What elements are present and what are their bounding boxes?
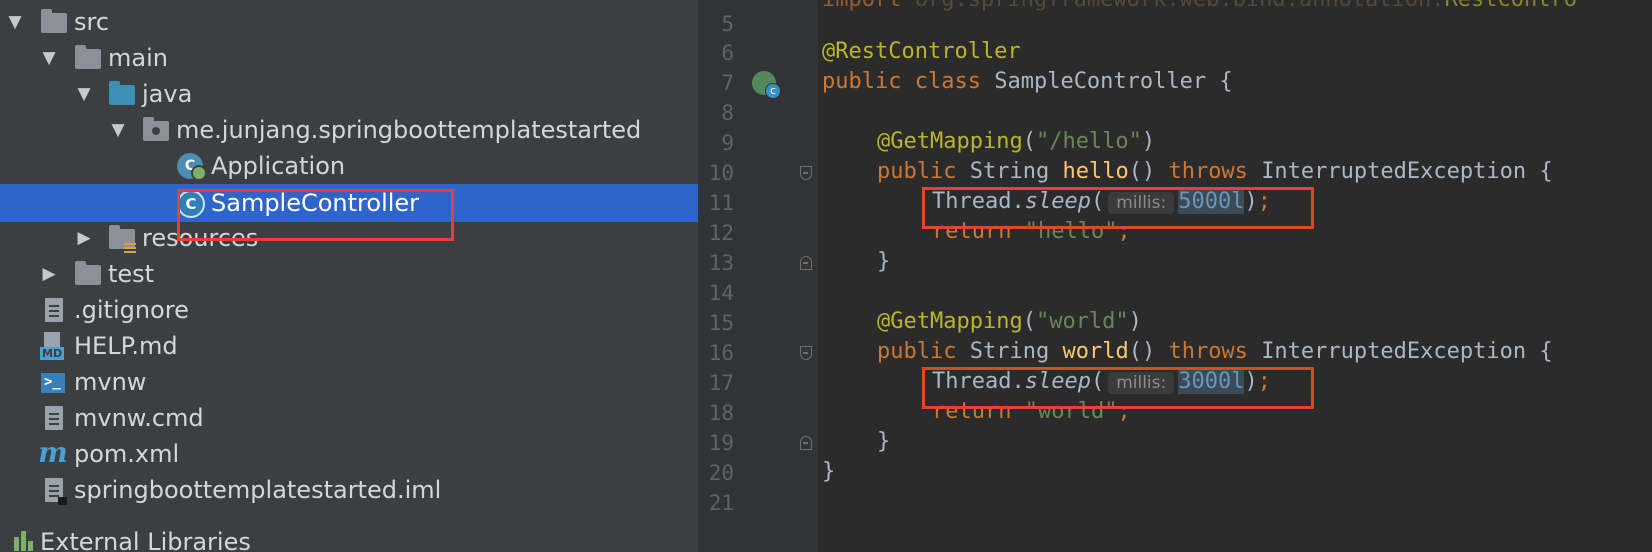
tree-item-label: java: [142, 80, 193, 108]
line-number: 20: [708, 461, 734, 485]
code-line-import: import org.springframework.web.bind.anno…: [822, 0, 1577, 15]
tree-item-label: Application: [211, 152, 346, 180]
folder-icon: [75, 45, 101, 69]
folder-icon: [41, 9, 67, 33]
folder-icon: [75, 261, 101, 285]
line-number: 14: [708, 281, 734, 305]
maven-icon: m: [38, 436, 68, 469]
tree-item-label: pom.xml: [74, 440, 180, 468]
tree-item-package[interactable]: ▼ me.junjang.springboottemplatestarted: [0, 111, 698, 149]
tree-item-label: main: [108, 44, 168, 72]
tree-item-src[interactable]: ▼ src: [0, 3, 698, 41]
code-line-19: }: [877, 429, 891, 454]
code-line-16: public String world() throws Interrupted…: [877, 339, 1553, 364]
line-number: 11: [708, 191, 734, 215]
expand-arrow-icon[interactable]: ▼: [4, 3, 26, 41]
code-line-13: }: [877, 249, 891, 274]
line-number: 12: [708, 221, 734, 245]
line-number: 21: [708, 491, 734, 515]
tree-item-label: External Libraries: [40, 528, 251, 552]
code-line-9: @GetMapping("/hello"): [877, 129, 1156, 154]
tree-item-label: springboottemplatestarted.iml: [74, 476, 442, 504]
line-number: 8: [721, 101, 734, 125]
text-file-icon: [45, 406, 63, 430]
tree-item-label: src: [74, 8, 110, 36]
highlight-box: [922, 187, 1314, 229]
editor-gutter: 5 6 7 8 9 10 11 12 13 14 15 16 17 18 19 …: [698, 0, 818, 552]
tree-item-label: HELP.md: [74, 332, 178, 360]
fold-icon[interactable]: [800, 346, 812, 360]
line-number: 6: [721, 41, 734, 65]
libraries-icon: [14, 529, 36, 551]
fold-icon[interactable]: [800, 256, 812, 270]
resources-badge-icon: [124, 243, 136, 253]
line-number: 18: [708, 401, 734, 425]
line-number: 9: [721, 131, 734, 155]
tree-item-label: test: [108, 260, 155, 288]
code-line-20: }: [822, 459, 836, 484]
tree-item-external-libraries[interactable]: External Libraries: [0, 527, 698, 552]
tree-item-main[interactable]: ▼ main: [0, 39, 698, 77]
code-line-15: @GetMapping("world"): [877, 309, 1142, 334]
spring-boot-class-icon: C: [177, 153, 207, 181]
tree-item-application[interactable]: C Application: [0, 147, 698, 185]
line-number: 10: [708, 161, 734, 185]
line-number: 5: [721, 12, 734, 36]
project-tree-panel[interactable]: ▼ src ▼ main ▼ java ▼ me.junjang.springb…: [0, 0, 698, 552]
expand-arrow-icon[interactable]: ▶: [38, 255, 60, 293]
expand-arrow-icon[interactable]: ▼: [73, 75, 95, 113]
line-number: 17: [708, 371, 734, 395]
fold-icon[interactable]: [800, 166, 812, 180]
tree-item-pom-xml[interactable]: m pom.xml: [0, 435, 698, 473]
expand-arrow-icon[interactable]: ▼: [38, 39, 60, 77]
code-line-10: public String hello() throws Interrupted…: [877, 159, 1553, 184]
line-number: 19: [708, 431, 734, 455]
tree-item-label: .gitignore: [74, 296, 189, 324]
fold-icon[interactable]: [800, 436, 812, 450]
code-editor[interactable]: 5 6 7 8 9 10 11 12 13 14 15 16 17 18 19 …: [698, 0, 1652, 552]
line-number: 15: [708, 311, 734, 335]
source-folder-icon: [109, 81, 135, 105]
tree-item-mvnw[interactable]: >_ mvnw: [0, 363, 698, 401]
line-number: 7: [721, 71, 734, 95]
line-number: 13: [708, 251, 734, 275]
highlight-box: [177, 189, 454, 241]
tree-item-help-md[interactable]: MD HELP.md: [0, 327, 698, 365]
tree-item-gitignore[interactable]: .gitignore: [0, 291, 698, 329]
tree-item-iml[interactable]: springboottemplatestarted.iml: [0, 471, 698, 509]
expand-arrow-icon[interactable]: ▼: [107, 111, 129, 149]
tree-item-label: me.junjang.springboottemplatestarted: [176, 116, 642, 144]
code-line-7: public class SampleController {: [822, 69, 1233, 94]
tree-item-test[interactable]: ▶ test: [0, 255, 698, 293]
shell-script-icon: >_: [41, 373, 65, 393]
highlight-box: [922, 367, 1314, 409]
text-file-icon: [45, 298, 63, 322]
tree-item-label: mvnw: [74, 368, 147, 396]
line-number: 16: [708, 341, 734, 365]
spring-bean-run-icon[interactable]: [752, 71, 781, 99]
package-icon: [143, 117, 169, 141]
module-badge-icon: [58, 497, 67, 505]
tree-item-java[interactable]: ▼ java: [0, 75, 698, 113]
tree-item-mvnw-cmd[interactable]: mvnw.cmd: [0, 399, 698, 437]
markdown-file-icon: MD: [40, 332, 70, 360]
tree-item-label: mvnw.cmd: [74, 404, 204, 432]
expand-arrow-icon[interactable]: ▶: [73, 219, 95, 257]
code-line-6: @RestController: [822, 39, 1021, 64]
